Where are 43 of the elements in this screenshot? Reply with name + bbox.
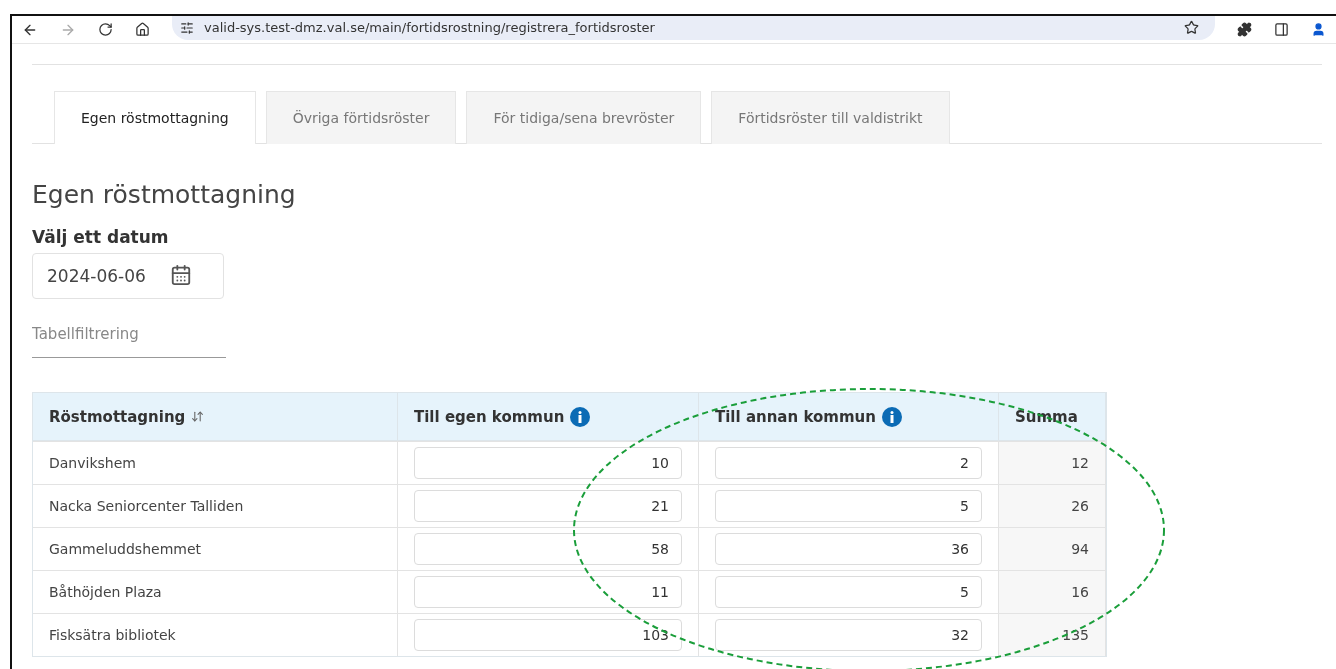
tab[interactable]: Förtidsröster till valdistrikt xyxy=(711,91,950,144)
info-icon[interactable] xyxy=(881,406,902,427)
address-bar[interactable]: valid-sys.test-dmz.val.se/main/fortidsrostning/registrera_fortidsroster xyxy=(172,16,1215,40)
number-input[interactable]: 58 xyxy=(414,533,682,565)
table-cell: Båthöjden Plaza xyxy=(33,570,398,613)
info-icon[interactable] xyxy=(570,406,591,427)
number-input[interactable]: 21 xyxy=(414,490,682,522)
column-title: Röstmottagning xyxy=(49,407,186,426)
column-title: Till annan kommun xyxy=(715,407,876,426)
bookmark-star-icon[interactable] xyxy=(1184,20,1199,35)
table-cell: 12 xyxy=(999,441,1106,484)
number-input[interactable]: 11 xyxy=(414,576,682,608)
column-title: Till egen kommun xyxy=(414,407,565,426)
tab[interactable]: Övriga förtidsröster xyxy=(265,91,457,144)
number-input[interactable]: 2 xyxy=(715,447,982,479)
number-input[interactable]: 36 xyxy=(715,533,982,565)
tab[interactable]: Egen röstmottagning xyxy=(54,91,256,144)
page-heading: Egen röstmottagning xyxy=(32,180,297,209)
url-text: valid-sys.test-dmz.val.se/main/fortidsrostning/registrera_fortidsroster xyxy=(204,20,656,35)
table-cell: Danvikshem xyxy=(33,441,398,484)
reload-icon[interactable] xyxy=(98,22,113,37)
table-cell: 94 xyxy=(999,527,1106,570)
table-cell: Fisksätra bibliotek xyxy=(33,613,398,656)
tab[interactable]: För tidiga/sena brevröster xyxy=(466,91,702,144)
number-input[interactable]: 103 xyxy=(414,619,682,651)
home-icon[interactable] xyxy=(135,22,150,37)
table-cell: 26 xyxy=(999,484,1106,527)
date-label: Välj ett datum xyxy=(32,227,170,247)
table-cell: Nacka Seniorcenter Talliden xyxy=(33,484,398,527)
number-input[interactable]: 32 xyxy=(715,619,982,651)
site-settings-icon[interactable] xyxy=(180,20,194,35)
number-input[interactable]: 5 xyxy=(715,490,982,522)
profile-icon[interactable] xyxy=(1311,22,1326,37)
sort-icon[interactable] xyxy=(191,410,205,423)
puzzle-icon[interactable] xyxy=(1237,22,1252,37)
table-cell: 16 xyxy=(999,570,1106,613)
table-cell: 135 xyxy=(999,613,1106,656)
number-input[interactable]: 10 xyxy=(414,447,682,479)
number-input[interactable]: 5 xyxy=(715,576,982,608)
date-field[interactable]: 2024-06-06 xyxy=(32,253,224,299)
sidebar-icon[interactable] xyxy=(1274,22,1289,37)
calendar-icon[interactable] xyxy=(170,264,192,286)
table-cell: Gammeluddshemmet xyxy=(33,527,398,570)
